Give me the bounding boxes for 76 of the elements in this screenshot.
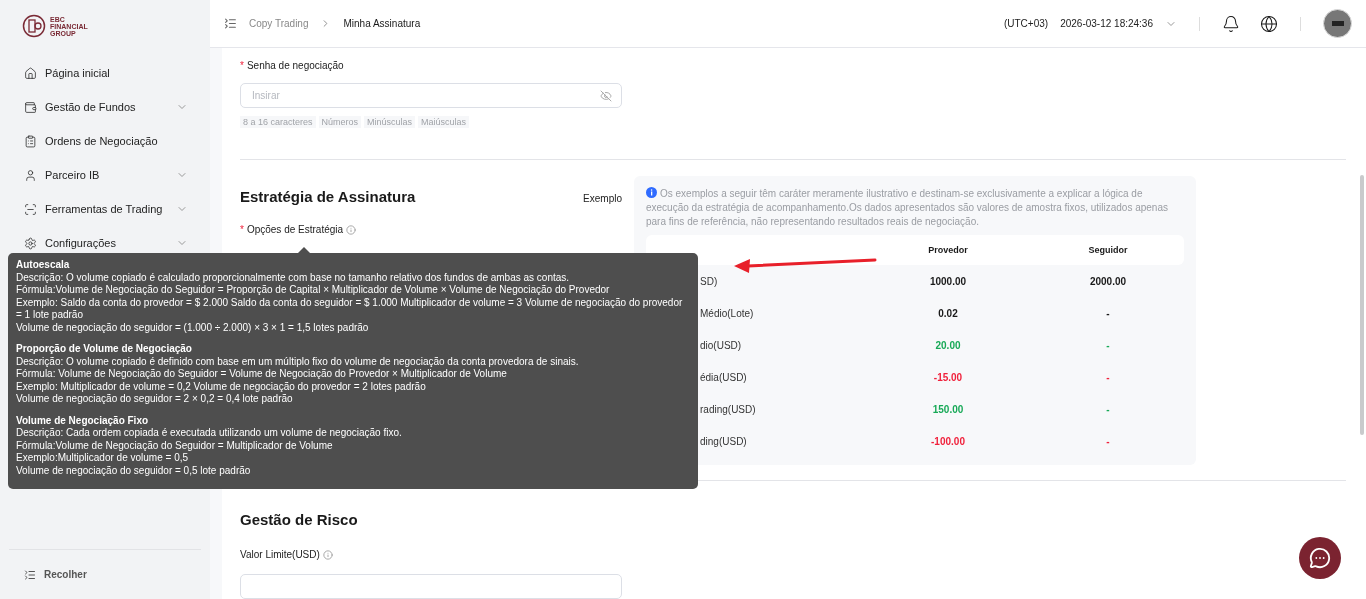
- tooltip-text: Fórmula:Volume de Negociação do Seguidor = Multiplicador de Volume: [16, 439, 334, 452]
- tooltip-text: Exemplo: Multiplicador de volume = 0,2 Volume de negociação do provedor = 2 lotes padrão: [16, 380, 427, 393]
- row-label: rading(USD): [700, 403, 756, 415]
- tooltip-text: Fórmula: Volume de Negociação do Seguidor = Volume de Negociação do Provedor × Multiplicador de Volume: [16, 368, 508, 381]
- row-label: édia(USD): [700, 371, 747, 383]
- section-title: Gestão de Risco: [240, 511, 359, 529]
- table-cell: 1000.00: [929, 275, 967, 287]
- password-field[interactable]: Insirar: [240, 83, 622, 108]
- sidebar-item[interactable]: Gestão de Fundos: [0, 90, 210, 124]
- menu-item-icon: [24, 168, 37, 182]
- table-cell: -100.00: [931, 435, 965, 447]
- avatar[interactable]: [1323, 9, 1352, 38]
- tooltip-heading: Proporção de Volume de Negociação: [16, 343, 193, 356]
- password-hint: Minúsculas: [364, 115, 416, 128]
- field-label: Valor Limite(USD): [240, 549, 333, 561]
- info-icon: [646, 187, 657, 199]
- notification-icon[interactable]: [1222, 14, 1240, 33]
- column-header: Seguidor: [1087, 245, 1129, 256]
- date-time: 2026-03-12 18:24:36: [1060, 18, 1153, 29]
- table-cell: 150.00: [932, 403, 964, 415]
- table-cell: 2000.00: [1089, 275, 1127, 287]
- table-cell: -15.00: [933, 371, 963, 383]
- menu-item-icon: [24, 202, 37, 216]
- chat-icon: [1309, 547, 1331, 569]
- password-hint: Números: [318, 115, 362, 128]
- timezone-label: (UTC+03): [1003, 18, 1049, 29]
- tooltip-text: Exemplo:Multiplicador de volume = 0,5: [16, 452, 190, 465]
- tooltip-text: Volume de negociação do seguidor = (1.000 ÷ 2.000) × 3 × 1 = 1,5 lotes padrão: [16, 321, 370, 334]
- tooltip-text: Volume de negociação do seguidor = 2 × 0,2 = 0,4 lote padrão: [16, 393, 294, 406]
- tooltip-text: Descrição: Cada ordem copiada é executada utilizando um volume de negociação fixo.: [16, 427, 403, 440]
- row-label: dio(USD): [700, 339, 742, 351]
- info-icon: [346, 224, 357, 235]
- breadcrumb-item[interactable]: Minha Assinatura: [343, 18, 421, 29]
- table-cell: -: [1106, 435, 1110, 447]
- password-hint: 8 a 16 caracteres: [240, 115, 316, 128]
- menu-item-icon: [24, 236, 37, 250]
- collapse-icon: [24, 568, 36, 581]
- row-label: Médio(Lote): [700, 307, 754, 319]
- table-cell: 0.02: [938, 307, 958, 319]
- breadcrumb-item[interactable]: Copy Trading: [249, 18, 309, 29]
- field-label: * Opções de Estratégia: [240, 224, 357, 236]
- info-icon: [322, 549, 333, 560]
- logo-icon: [22, 14, 46, 38]
- table-cell: -: [1106, 339, 1110, 351]
- sidebar-item[interactable]: Página inicial: [0, 56, 210, 90]
- tooltip-text: Descrição: O volume copiado é definido com base em um múltiplo fixo do volume de negociação da conta provedora de sinais.: [16, 355, 580, 368]
- menu-item-icon: [24, 66, 37, 80]
- collapse-icon[interactable]: [224, 17, 237, 30]
- menu-item-icon: [24, 100, 37, 114]
- tooltip-text: Descrição: O volume copiado é calculado proporcionalmente com base no tamanho relativo dos fundos de ambas as contas.: [16, 271, 571, 284]
- chat-button[interactable]: [1299, 537, 1341, 579]
- input-field[interactable]: [240, 574, 622, 599]
- table-cell: -: [1106, 403, 1110, 415]
- sidebar-item[interactable]: Configurações: [0, 226, 210, 260]
- section-title: Estratégia de Assinatura: [240, 188, 416, 206]
- language-icon[interactable]: [1260, 14, 1278, 33]
- tooltip-heading: Volume de Negociação Fixo: [16, 414, 150, 427]
- password-hint: Maiúsculas: [418, 115, 470, 128]
- table-cell: 20.00: [935, 339, 961, 351]
- menu-item-icon: [24, 134, 37, 148]
- example-link[interactable]: Exemplo: [583, 193, 622, 205]
- row-label: ding(USD): [700, 435, 747, 447]
- table-cell: -: [1106, 307, 1110, 319]
- tooltip-text: Fórmula:Volume de Negociação do Seguidor = Proporção de Capital × Multiplicador de Volume × Volume de Negociação do Provedor: [16, 284, 611, 297]
- sidebar-item[interactable]: Ordens de Negociação: [0, 124, 210, 158]
- tooltip-text: Exemplo: Saldo da conta do provedor = $ 2.000 Saldo da conta do seguidor = $ 1.000 Multiplicador de volume = 3 Volume de negociação do provedor = 1 lote padrão: [16, 296, 684, 322]
- row-label: SD): [700, 275, 718, 287]
- field-label: * Senha de negociação: [240, 60, 344, 71]
- column-header: Provedor: [927, 245, 969, 256]
- tooltip-heading: Autoescala: [16, 259, 71, 272]
- table-cell: -: [1106, 371, 1110, 383]
- example-note: Os exemplos a seguir têm caráter meramente ilustrativo e destinam-se exclusivamente a explicar a lógica de execução da estratégia de acompanhamento.Os dados apresentados são valores de amostra fixos, utilizados apenas para fins de referência, não representando resultados reais de negociação.: [646, 187, 1169, 230]
- tooltip-text: Volume de negociação do seguidor = 0,5 lote padrão: [16, 464, 252, 477]
- sidebar-item[interactable]: Ferramentas de Trading: [0, 192, 210, 226]
- collapse-button[interactable]: Recolher: [9, 549, 201, 599]
- sidebar-item[interactable]: Parceiro IB: [0, 158, 210, 192]
